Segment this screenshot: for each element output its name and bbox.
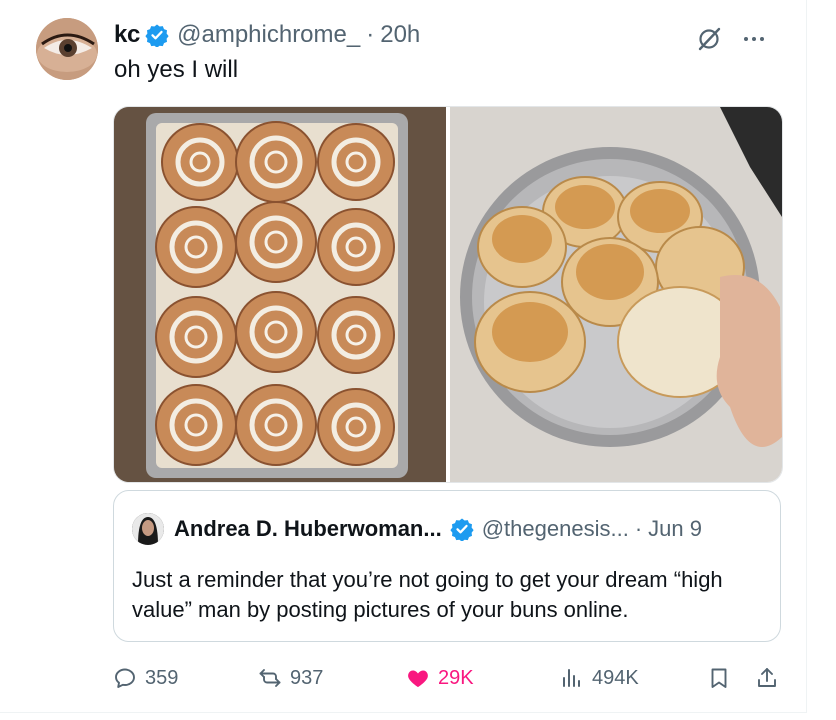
views-chart-icon	[563, 669, 580, 687]
repost-count: 937	[290, 666, 324, 689]
quote-display-name: Andrea D. Huberwoman...	[174, 516, 442, 541]
cinnamon-rolls-photo[interactable]	[114, 107, 446, 482]
slash-circle-icon[interactable]	[694, 24, 724, 59]
tweet-header: kc @amphichrome_ · 20h	[114, 20, 420, 50]
bookmark-button[interactable]	[707, 666, 731, 690]
quote-handle: @thegenesis...	[481, 516, 629, 541]
views-count: 494K	[592, 666, 639, 689]
handle[interactable]: @amphichrome_	[177, 21, 360, 49]
quote-header: Andrea D. Huberwoman... @thegenesis... ·…	[132, 513, 702, 545]
quote-avatar	[132, 513, 164, 545]
display-name[interactable]: kc	[114, 21, 140, 49]
reply-button[interactable]: 359	[113, 666, 178, 690]
tweet-text: oh yes I will	[114, 56, 239, 83]
media-grid	[113, 106, 783, 483]
tweet-actions: 359 937 29K 494K	[113, 666, 783, 696]
timestamp[interactable]: 20h	[380, 21, 420, 49]
bookmark-icon	[711, 668, 727, 688]
reply-icon	[115, 668, 135, 688]
quote-separator: ·	[634, 516, 643, 541]
share-icon	[758, 668, 776, 687]
tweet-card[interactable]: kc @amphichrome_ · 20h oh yes I will And…	[0, 0, 807, 713]
more-dots-icon[interactable]	[742, 27, 766, 56]
dinner-rolls-photo[interactable]	[450, 107, 782, 482]
tweet-top-icons	[694, 24, 766, 59]
share-button[interactable]	[755, 666, 779, 690]
avatar[interactable]	[36, 18, 98, 80]
quote-text: Just a reminder that you’re not going to…	[132, 567, 723, 622]
quote-timestamp: Jun 9	[648, 516, 702, 541]
reply-count: 359	[145, 666, 179, 689]
verified-badge-icon	[450, 517, 474, 542]
verified-badge-icon	[145, 23, 169, 48]
repost-button[interactable]: 937	[258, 666, 323, 690]
separator: ·	[366, 21, 375, 48]
repost-icon	[259, 669, 281, 687]
heart-icon	[408, 670, 428, 687]
views-button[interactable]: 494K	[560, 666, 639, 690]
like-button[interactable]: 29K	[406, 666, 474, 690]
quoted-tweet[interactable]: Andrea D. Huberwoman... @thegenesis... ·…	[113, 490, 781, 642]
like-count: 29K	[438, 666, 474, 689]
